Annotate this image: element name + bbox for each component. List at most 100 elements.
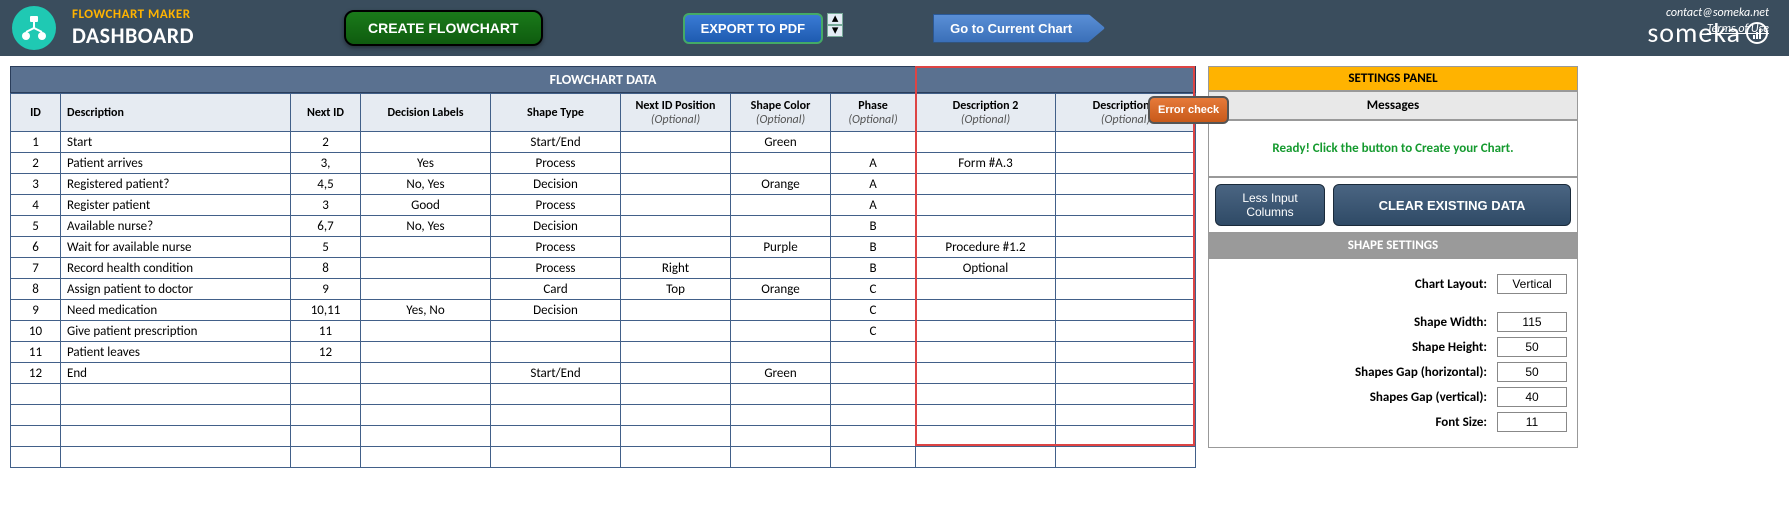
cell-description[interactable]: Assign patient to doctor (61, 279, 291, 300)
cell-labels[interactable] (361, 405, 491, 426)
cell-desc2[interactable] (916, 174, 1056, 195)
cell-phase[interactable]: C (831, 300, 916, 321)
cell-color[interactable]: Purple (731, 237, 831, 258)
cell-desc2[interactable] (916, 363, 1056, 384)
cell-phase[interactable]: C (831, 279, 916, 300)
cell-labels[interactable] (361, 426, 491, 447)
table-row[interactable]: 3Registered patient?4,5No, YesDecisionOr… (11, 174, 1196, 195)
cell-shape[interactable]: Start/End (491, 132, 621, 153)
cell-shape[interactable]: Decision (491, 216, 621, 237)
cell-shape[interactable]: Card (491, 279, 621, 300)
table-row[interactable]: 9Need medication10,11Yes, NoDecisionC (11, 300, 1196, 321)
cell-phase[interactable]: B (831, 258, 916, 279)
cell-shape[interactable] (491, 321, 621, 342)
cell-id[interactable] (11, 426, 61, 447)
cell-next-id[interactable]: 4,5 (291, 174, 361, 195)
cell-id[interactable]: 11 (11, 342, 61, 363)
cell-phase[interactable] (831, 426, 916, 447)
cell-description[interactable]: Patient arrives (61, 153, 291, 174)
table-row[interactable] (11, 405, 1196, 426)
cell-color[interactable] (731, 384, 831, 405)
table-row[interactable]: 6Wait for available nurse5ProcessPurpleB… (11, 237, 1196, 258)
cell-description[interactable] (61, 384, 291, 405)
gap-v-input[interactable] (1497, 387, 1567, 407)
cell-nextpos[interactable] (621, 447, 731, 468)
cell-shape[interactable]: Process (491, 237, 621, 258)
create-flowchart-button[interactable]: CREATE FLOWCHART (344, 10, 543, 46)
cell-color[interactable]: Orange (731, 279, 831, 300)
cell-next-id[interactable]: 11 (291, 321, 361, 342)
cell-nextpos[interactable] (621, 342, 731, 363)
cell-color[interactable] (731, 216, 831, 237)
cell-next-id[interactable]: 5 (291, 237, 361, 258)
cell-next-id[interactable] (291, 363, 361, 384)
cell-nextpos[interactable] (621, 153, 731, 174)
cell-phase[interactable] (831, 384, 916, 405)
cell-desc3[interactable] (1056, 258, 1196, 279)
table-row[interactable] (11, 384, 1196, 405)
cell-desc3[interactable] (1056, 363, 1196, 384)
cell-desc2[interactable] (916, 426, 1056, 447)
cell-color[interactable] (731, 342, 831, 363)
cell-nextpos[interactable] (621, 384, 731, 405)
table-row[interactable]: 11Patient leaves12 (11, 342, 1196, 363)
cell-description[interactable]: Record health condition (61, 258, 291, 279)
cell-phase[interactable] (831, 447, 916, 468)
cell-shape[interactable] (491, 426, 621, 447)
cell-description[interactable]: Registered patient? (61, 174, 291, 195)
cell-labels[interactable]: No, Yes (361, 174, 491, 195)
goto-chart-button[interactable]: Go to Current Chart (933, 14, 1105, 43)
cell-nextpos[interactable] (621, 216, 731, 237)
cell-desc3[interactable] (1056, 132, 1196, 153)
cell-labels[interactable]: Yes (361, 153, 491, 174)
cell-id[interactable]: 6 (11, 237, 61, 258)
cell-desc3[interactable] (1056, 216, 1196, 237)
cell-id[interactable]: 5 (11, 216, 61, 237)
cell-nextpos[interactable] (621, 132, 731, 153)
cell-desc2[interactable] (916, 279, 1056, 300)
cell-desc3[interactable] (1056, 342, 1196, 363)
cell-description[interactable]: Wait for available nurse (61, 237, 291, 258)
cell-phase[interactable]: A (831, 174, 916, 195)
cell-shape[interactable] (491, 384, 621, 405)
cell-color[interactable]: Orange (731, 174, 831, 195)
cell-labels[interactable]: Good (361, 195, 491, 216)
cell-shape[interactable] (491, 405, 621, 426)
cell-shape[interactable]: Process (491, 153, 621, 174)
cell-next-id[interactable]: 3 (291, 195, 361, 216)
cell-desc2[interactable] (916, 405, 1056, 426)
cell-desc3[interactable] (1056, 195, 1196, 216)
cell-phase[interactable]: C (831, 321, 916, 342)
cell-nextpos[interactable] (621, 363, 731, 384)
spinner-down-icon[interactable]: ▾ (827, 25, 843, 37)
cell-next-id[interactable]: 3, (291, 153, 361, 174)
cell-shape[interactable]: Process (491, 258, 621, 279)
cell-next-id[interactable]: 8 (291, 258, 361, 279)
gap-h-input[interactable] (1497, 362, 1567, 382)
cell-id[interactable]: 7 (11, 258, 61, 279)
font-size-input[interactable] (1497, 412, 1567, 432)
cell-desc3[interactable] (1056, 279, 1196, 300)
cell-color[interactable] (731, 426, 831, 447)
cell-desc3[interactable] (1056, 300, 1196, 321)
cell-id[interactable] (11, 405, 61, 426)
cell-desc3[interactable] (1056, 237, 1196, 258)
cell-desc3[interactable] (1056, 405, 1196, 426)
cell-description[interactable]: Need medication (61, 300, 291, 321)
cell-labels[interactable] (361, 258, 491, 279)
cell-next-id[interactable] (291, 447, 361, 468)
cell-color[interactable] (731, 300, 831, 321)
cell-desc2[interactable] (916, 447, 1056, 468)
cell-color[interactable] (731, 321, 831, 342)
cell-desc2[interactable] (916, 300, 1056, 321)
cell-next-id[interactable] (291, 405, 361, 426)
cell-id[interactable]: 3 (11, 174, 61, 195)
cell-id[interactable]: 1 (11, 132, 61, 153)
cell-desc2[interactable]: Optional (916, 258, 1056, 279)
cell-next-id[interactable]: 9 (291, 279, 361, 300)
cell-phase[interactable]: A (831, 153, 916, 174)
cell-next-id[interactable] (291, 384, 361, 405)
cell-description[interactable]: Register patient (61, 195, 291, 216)
table-row[interactable]: 10Give patient prescription11C (11, 321, 1196, 342)
cell-id[interactable] (11, 447, 61, 468)
